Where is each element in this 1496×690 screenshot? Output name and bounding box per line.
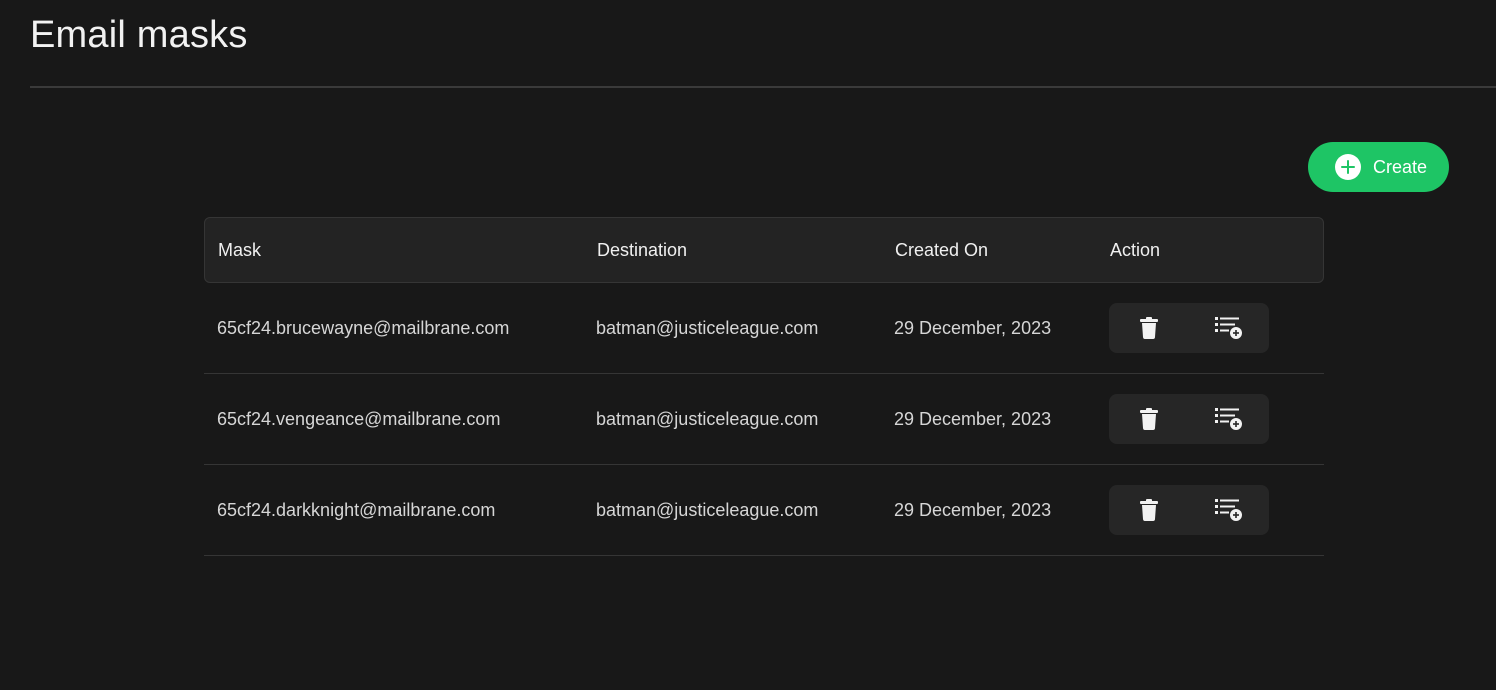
column-header-destination: Destination xyxy=(597,239,688,260)
trash-icon xyxy=(1140,498,1158,521)
table-row: 65cf24.darkknight@mailbrane.com batman@j… xyxy=(204,465,1324,556)
column-header-action: Action xyxy=(1110,239,1161,260)
action-cell xyxy=(1109,374,1269,464)
trash-icon xyxy=(1140,407,1158,430)
page: Email masks Create Mask Destination Crea… xyxy=(0,0,1496,690)
title-divider xyxy=(30,86,1496,88)
create-button-label: Create xyxy=(1373,156,1428,177)
list-add-icon xyxy=(1215,498,1243,522)
column-header-created-on: Created On xyxy=(895,239,989,260)
trash-icon xyxy=(1140,316,1158,339)
plus-circle-icon xyxy=(1335,154,1361,180)
column-header-mask: Mask xyxy=(218,239,262,260)
table-row: 65cf24.brucewayne@mailbrane.com batman@j… xyxy=(204,283,1324,374)
list-add-icon xyxy=(1215,316,1243,340)
add-to-list-button[interactable] xyxy=(1199,485,1259,535)
action-cell xyxy=(1109,465,1269,555)
destination-cell: batman@justiceleague.com xyxy=(596,317,819,338)
created-on-cell: 29 December, 2023 xyxy=(894,317,1052,338)
email-masks-table: Mask Destination Created On Action 65cf2… xyxy=(204,217,1324,556)
action-group xyxy=(1109,302,1269,353)
table-row: 65cf24.vengeance@mailbrane.com batman@ju… xyxy=(204,374,1324,465)
mask-cell: 65cf24.vengeance@mailbrane.com xyxy=(217,408,501,429)
page-title: Email masks xyxy=(30,14,248,56)
delete-button[interactable] xyxy=(1119,394,1179,444)
add-to-list-button[interactable] xyxy=(1199,303,1259,353)
mask-cell: 65cf24.brucewayne@mailbrane.com xyxy=(217,317,510,338)
action-group xyxy=(1109,393,1269,444)
list-add-icon xyxy=(1215,407,1243,431)
action-cell xyxy=(1109,283,1269,373)
mask-cell: 65cf24.darkknight@mailbrane.com xyxy=(217,499,496,520)
delete-button[interactable] xyxy=(1119,303,1179,353)
create-button[interactable]: Create xyxy=(1308,142,1449,192)
table-header: Mask Destination Created On Action xyxy=(204,217,1324,283)
action-group xyxy=(1109,484,1269,535)
delete-button[interactable] xyxy=(1119,485,1179,535)
created-on-cell: 29 December, 2023 xyxy=(894,408,1052,429)
add-to-list-button[interactable] xyxy=(1199,394,1259,444)
created-on-cell: 29 December, 2023 xyxy=(894,499,1052,520)
destination-cell: batman@justiceleague.com xyxy=(596,499,819,520)
destination-cell: batman@justiceleague.com xyxy=(596,408,819,429)
